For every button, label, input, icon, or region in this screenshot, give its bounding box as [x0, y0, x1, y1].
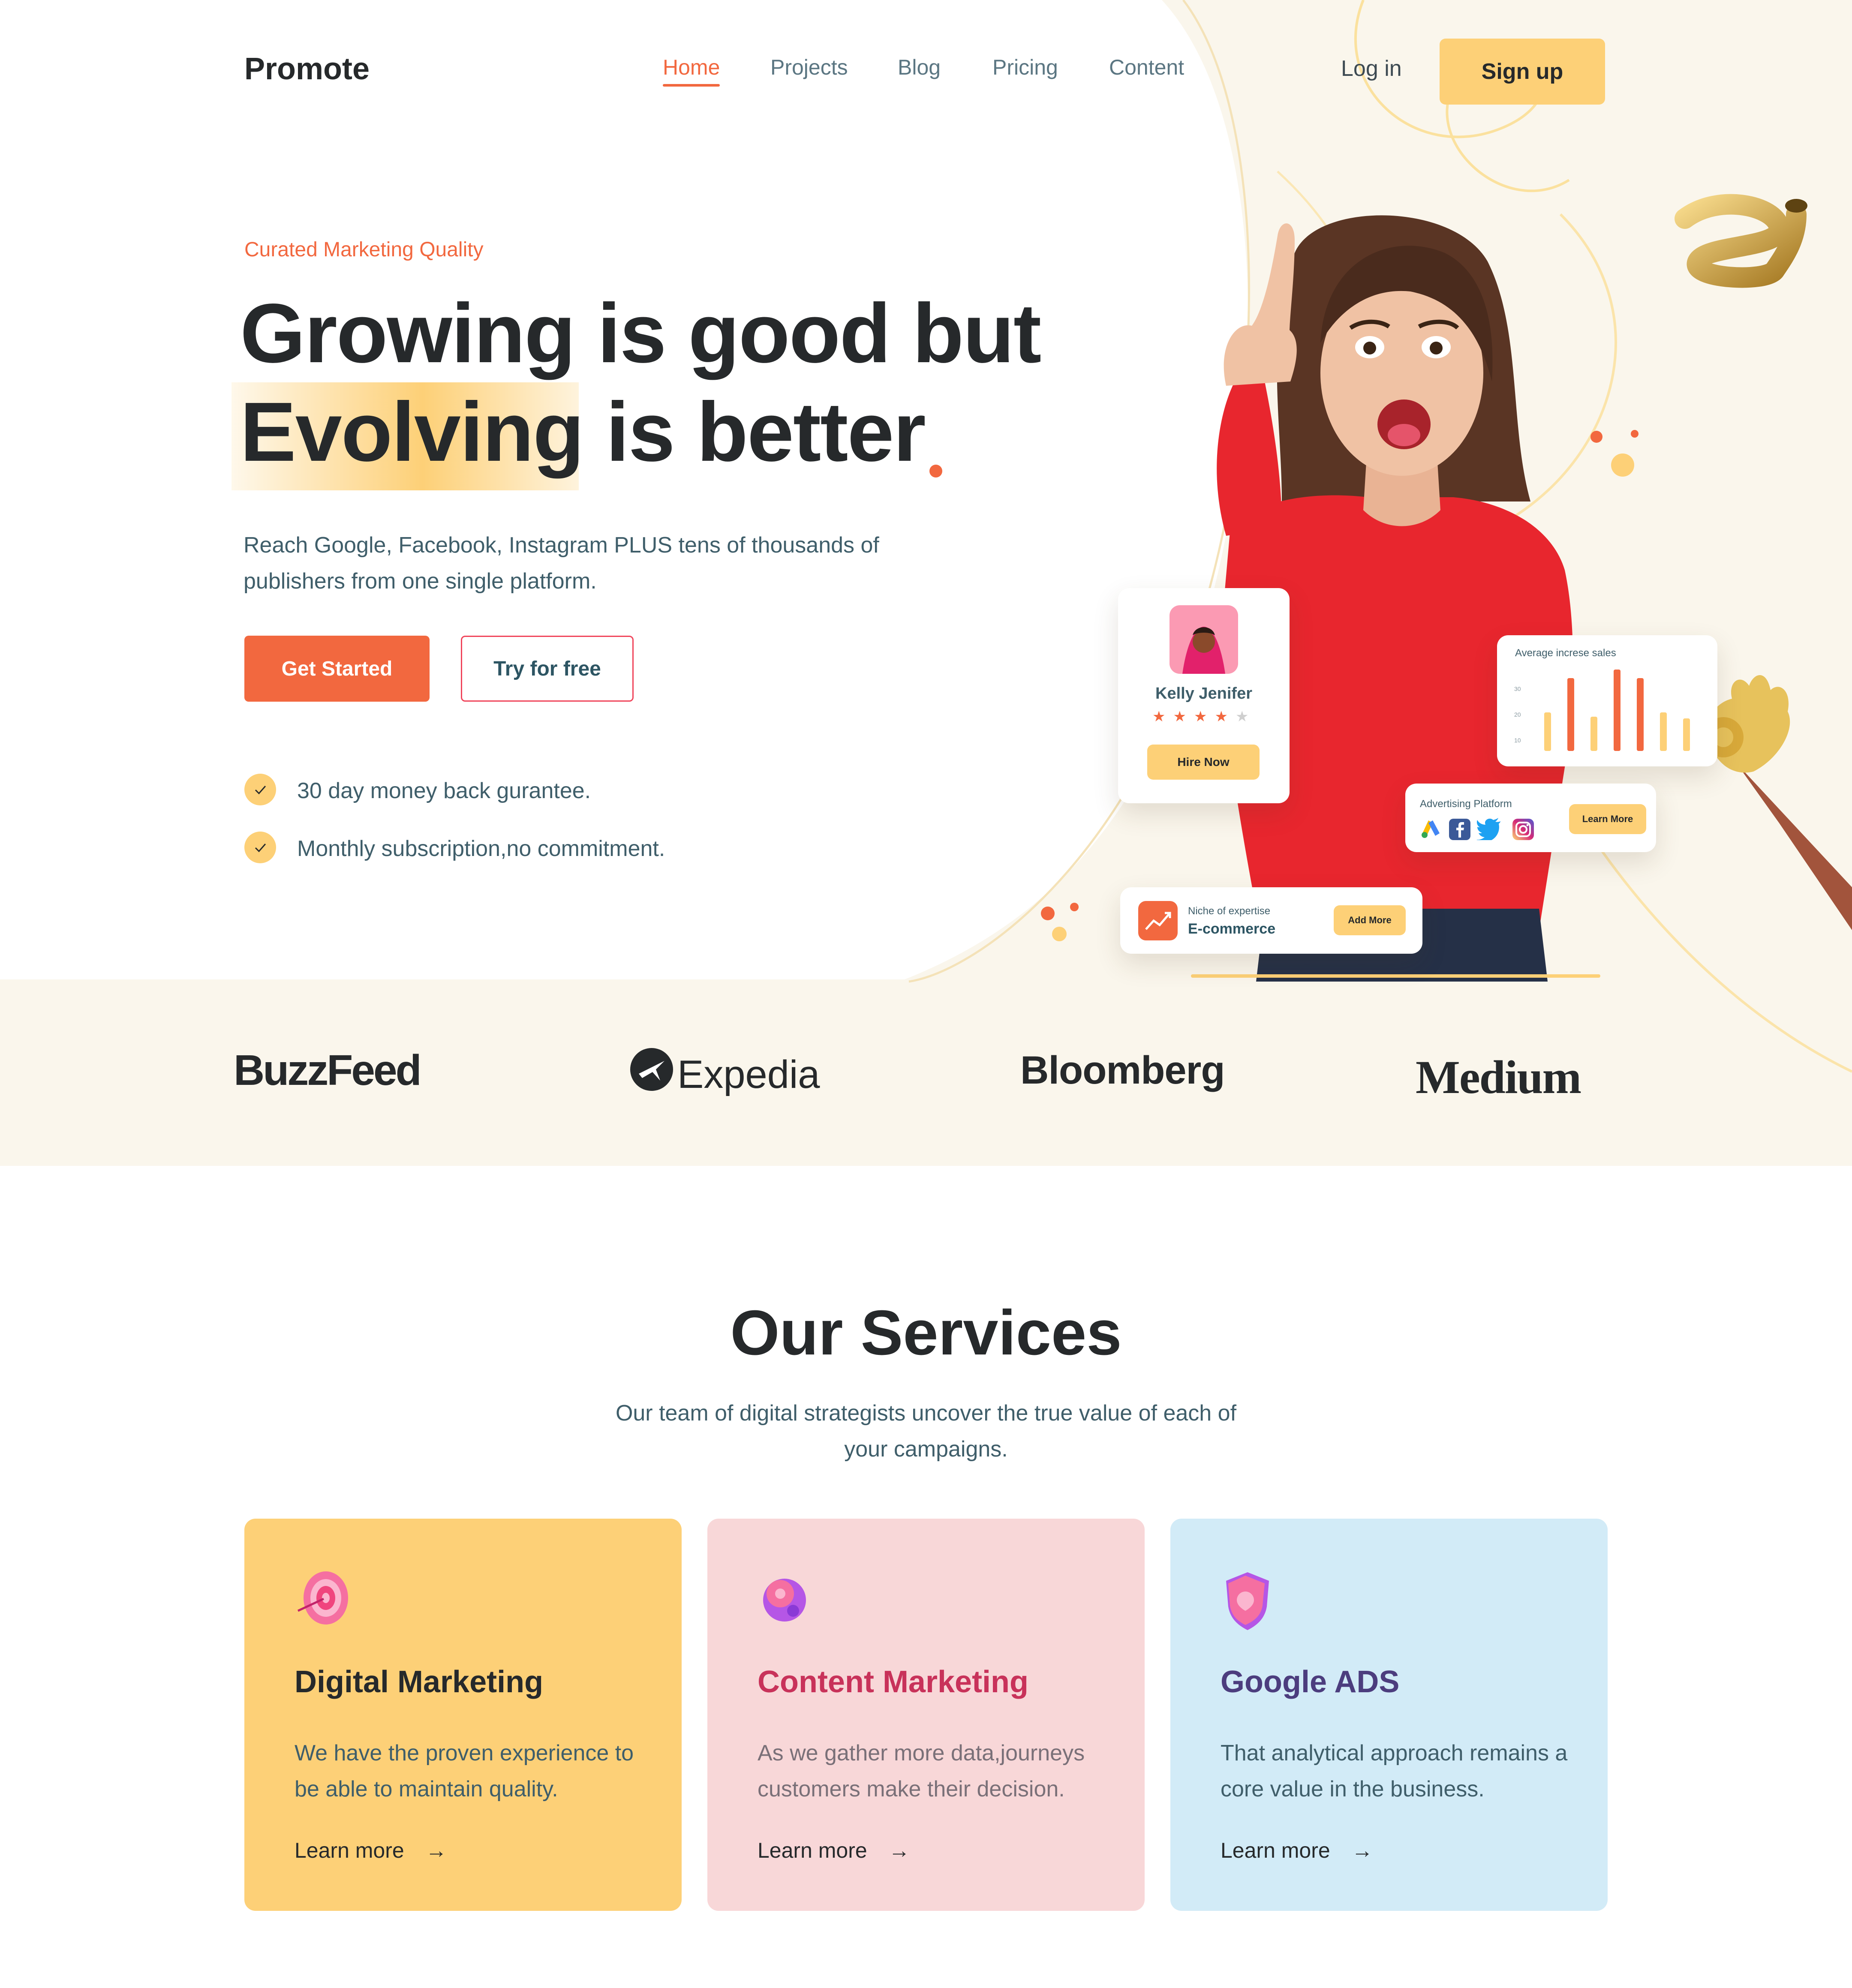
star-icon: ★	[1215, 709, 1228, 725]
star-icon: ★	[1194, 709, 1207, 725]
sales-chart-ticks: 30 20 10	[1514, 676, 1521, 753]
twitter-icon	[1476, 818, 1500, 840]
sales-bar	[1544, 712, 1551, 751]
service-card-digital-marketing[interactable]: Digital Marketing We have the proven exp…	[244, 1519, 682, 1911]
sales-bar	[1590, 717, 1597, 751]
niche-value: E-commerce	[1188, 921, 1276, 937]
sales-chart-title: Average increse sales	[1515, 647, 1616, 659]
decor-dot	[1041, 907, 1055, 920]
shield-icon	[1226, 1572, 1269, 1630]
rating-stars: ★ ★ ★ ★ ★	[1152, 708, 1248, 725]
brand-logo[interactable]: Promote	[244, 51, 370, 87]
check-label-subscription: Monthly subscription,no commitment.	[297, 836, 665, 861]
sales-bar	[1567, 678, 1574, 751]
hire-now-button[interactable]: Hire Now	[1147, 745, 1260, 780]
nav-home[interactable]: Home	[663, 55, 720, 87]
hero-headline-line2: Evolving is better	[240, 390, 926, 474]
instagram-icon	[1512, 819, 1534, 840]
learn-more-label: Learn more	[295, 1838, 404, 1862]
star-icon: ★	[1235, 709, 1249, 725]
arrow-right-icon: →	[1351, 1838, 1373, 1862]
service-description: As we gather more data,journeys customer…	[758, 1741, 1085, 1802]
expedia-plane-icon	[630, 1048, 673, 1091]
hero-description: Reach Google, Facebook, Instagram PLUS t…	[244, 533, 879, 594]
headline-dot	[929, 465, 942, 477]
star-icon: ★	[1173, 709, 1186, 725]
tick-label: 10	[1514, 737, 1521, 744]
gear-icon	[763, 1579, 806, 1622]
nav-blog[interactable]: Blog	[898, 55, 941, 80]
facebook-icon	[1449, 819, 1470, 840]
avatar	[1170, 605, 1238, 674]
service-title: Google ADS	[1221, 1665, 1400, 1699]
sales-bar	[1637, 678, 1644, 751]
service-description: We have the proven experience to be able…	[295, 1741, 634, 1802]
tick-label: 30	[1514, 685, 1521, 692]
signup-button[interactable]: Sign up	[1440, 39, 1605, 105]
sales-bar	[1683, 718, 1690, 751]
learn-more-link[interactable]: Learn more →	[1221, 1838, 1373, 1863]
buzzfeed-logo: BuzzFeed	[234, 1046, 422, 1094]
bloomberg-logo: Bloomberg	[1020, 1048, 1225, 1092]
decor-dot	[1070, 903, 1079, 911]
service-card-content-marketing[interactable]: Content Marketing As we gather more data…	[707, 1519, 1145, 1911]
niche-card: Niche of expertise E-commerce Add More	[1120, 887, 1422, 954]
expedia-logo: Expedia	[677, 1053, 820, 1096]
profile-name: Kelly Jenifer	[1155, 685, 1252, 703]
coil-decoration-icon	[1675, 194, 1807, 288]
target-icon	[297, 1571, 348, 1625]
check-label-guarantee: 30 day money back gurantee.	[297, 778, 591, 803]
nav-projects[interactable]: Projects	[770, 55, 848, 80]
ad-platform-title: Advertising Platform	[1420, 798, 1512, 810]
sales-bar	[1660, 712, 1667, 751]
trend-icon	[1138, 901, 1178, 940]
get-started-button[interactable]: Get Started	[244, 636, 430, 702]
login-link[interactable]: Log in	[1341, 56, 1402, 81]
headline-line2-rest: is better	[606, 385, 926, 479]
learn-more-label: Learn more	[1221, 1838, 1330, 1862]
try-for-free-button[interactable]: Try for free	[461, 636, 634, 702]
service-title: Digital Marketing	[295, 1665, 544, 1699]
niche-label: Niche of expertise	[1188, 905, 1271, 917]
services-title: Our Services	[730, 1297, 1122, 1368]
check-icon	[244, 832, 276, 863]
ad-platform-card: Advertising Platform Learn More	[1405, 784, 1656, 852]
hero-headline-line1: Growing is good but	[240, 286, 1041, 380]
arrow-right-icon: →	[425, 1838, 447, 1862]
learn-more-label: Learn more	[758, 1838, 867, 1862]
sales-bar	[1614, 670, 1620, 751]
sales-bars	[1544, 670, 1690, 751]
tick-label: 20	[1514, 711, 1521, 718]
star-icon: ★	[1152, 709, 1166, 725]
nav-content[interactable]: Content	[1109, 55, 1184, 80]
service-title: Content Marketing	[758, 1665, 1029, 1699]
learn-more-button[interactable]: Learn More	[1569, 804, 1646, 834]
decor-dot	[1590, 431, 1602, 443]
decor-dot	[1631, 430, 1639, 438]
service-description: That analytical approach remains a core …	[1221, 1741, 1568, 1802]
hero-eyebrow: Curated Marketing Quality	[244, 238, 484, 261]
sales-chart-card: Average increse sales 30 20 10	[1497, 635, 1717, 766]
services-subtitle: Our team of digital strategists uncover …	[615, 1401, 1237, 1462]
profile-card: Kelly Jenifer ★ ★ ★ ★ ★ Hire Now	[1118, 588, 1290, 803]
check-icon	[244, 774, 276, 805]
hero-underline	[1191, 974, 1600, 978]
google-ads-icon	[1422, 820, 1440, 838]
decor-dot	[1052, 927, 1067, 941]
learn-more-link[interactable]: Learn more →	[758, 1838, 910, 1863]
learn-more-link[interactable]: Learn more →	[295, 1838, 447, 1863]
medium-logo: Medium	[1416, 1051, 1581, 1103]
arrow-right-icon: →	[888, 1838, 910, 1862]
add-more-button[interactable]: Add More	[1334, 905, 1406, 935]
nav-pricing[interactable]: Pricing	[992, 55, 1058, 80]
service-card-google-ads[interactable]: Google ADS That analytical approach rema…	[1170, 1519, 1608, 1911]
headline-highlight-word: Evolving	[240, 385, 584, 479]
decor-dot	[1611, 453, 1634, 477]
